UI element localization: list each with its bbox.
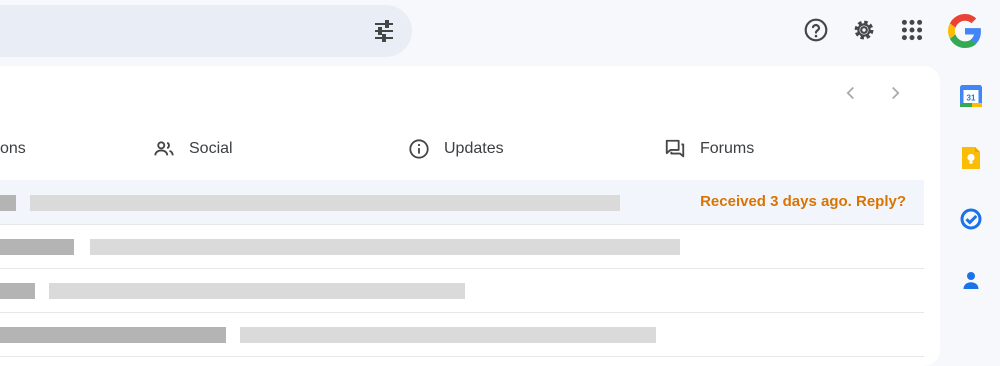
apps-grid-icon[interactable] xyxy=(899,17,925,43)
message-row[interactable]: Received 3 days ago. Reply? xyxy=(0,180,924,225)
sender-placeholder xyxy=(0,283,35,299)
help-circle-icon[interactable] xyxy=(803,17,829,43)
tab-forums[interactable]: Forums xyxy=(664,136,754,162)
forum-icon xyxy=(665,139,685,158)
people-icon xyxy=(154,141,174,156)
message-row[interactable] xyxy=(0,268,924,313)
search-bar[interactable] xyxy=(0,5,412,57)
tab-social[interactable]: Social xyxy=(153,136,233,162)
tab-label: ons xyxy=(0,140,26,157)
google-account-logo[interactable] xyxy=(948,14,982,48)
subject-placeholder xyxy=(30,195,620,211)
tab-updates[interactable]: Updates xyxy=(408,136,504,162)
contacts-icon[interactable] xyxy=(959,268,983,292)
sender-placeholder xyxy=(0,195,16,211)
calendar-icon[interactable]: 31 xyxy=(959,84,983,108)
tab-label: Social xyxy=(189,140,233,157)
tune-icon[interactable] xyxy=(372,19,396,43)
keep-icon[interactable] xyxy=(959,146,983,170)
gear-icon[interactable] xyxy=(851,17,877,43)
sender-placeholder xyxy=(0,239,74,255)
tab-label: Forums xyxy=(700,140,755,157)
sender-placeholder xyxy=(0,327,226,343)
message-row[interactable] xyxy=(0,224,924,269)
chevron-right-icon[interactable] xyxy=(884,82,906,104)
message-row[interactable] xyxy=(0,312,924,357)
subject-placeholder xyxy=(90,239,680,255)
tab-label: Updates xyxy=(444,140,504,157)
subject-placeholder xyxy=(240,327,656,343)
chevron-left-icon[interactable] xyxy=(840,82,862,104)
reply-nudge: Received 3 days ago. Reply? xyxy=(700,193,906,210)
tab-promotions[interactable]: ons xyxy=(0,136,26,162)
subject-placeholder xyxy=(49,283,465,299)
info-icon xyxy=(409,139,429,159)
calendar-date: 31 xyxy=(967,94,976,103)
tasks-icon[interactable] xyxy=(959,207,983,231)
